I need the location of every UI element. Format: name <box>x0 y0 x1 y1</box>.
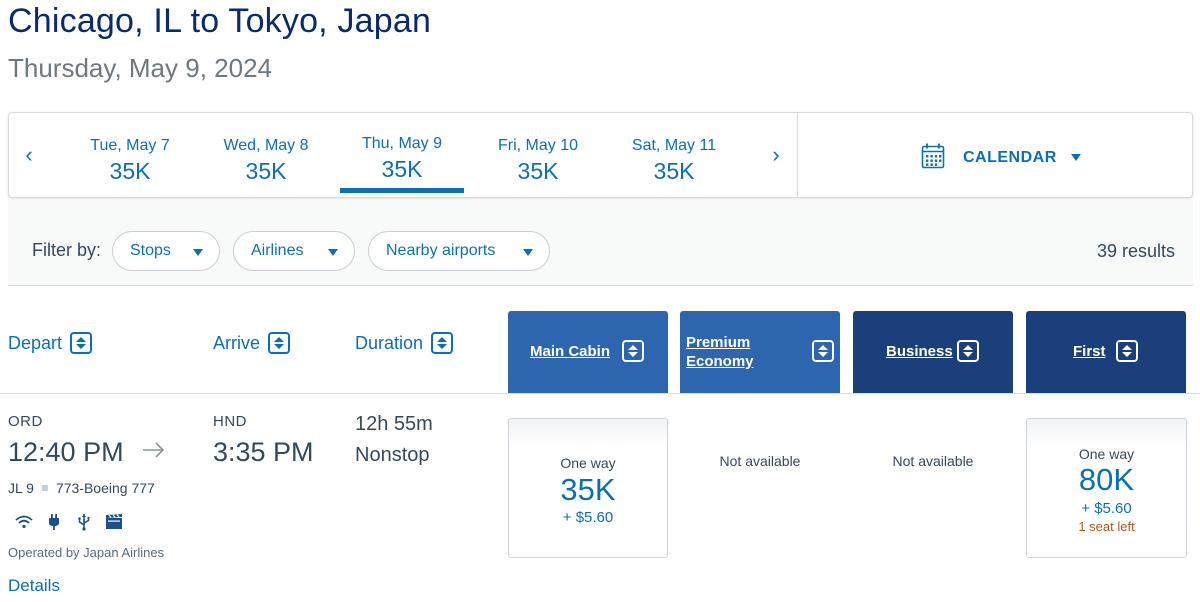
fare-tax: + $5.60 <box>562 509 614 526</box>
main-cabin-header[interactable]: Main Cabin <box>508 311 668 393</box>
previous-dates-button[interactable]: ‹ <box>17 140 41 170</box>
date-label: Wed, May 8 <box>223 137 309 154</box>
stops-filter-label: Stops <box>130 242 171 259</box>
sort-icon <box>812 340 834 362</box>
premium-economy-label-line2: Economy <box>686 353 754 370</box>
fare-miles: 35K <box>560 472 616 507</box>
business-not-available: Not available <box>892 453 974 469</box>
details-link[interactable]: Details <box>8 576 60 596</box>
entertainment-icon <box>103 512 125 532</box>
chevron-down-icon <box>523 249 533 256</box>
premium-economy-not-available: Not available <box>719 453 801 469</box>
first-header[interactable]: First <box>1026 311 1186 393</box>
sort-icon <box>268 332 291 354</box>
arrive-time: 3:35 PM <box>213 437 314 467</box>
arrive-header-label: Arrive <box>213 332 261 353</box>
destination-airport-code: HND <box>213 413 247 430</box>
flight-duration: 12h 55m <box>355 413 433 435</box>
main-cabin-fare-button[interactable]: One way 35K + $5.60 <box>508 418 668 558</box>
seats-left-warning: 1 seat left <box>1078 519 1135 534</box>
filter-bar: Filter by: Stops Airlines Nearby airport… <box>8 200 1193 286</box>
date-option-wed-may-8[interactable]: Wed, May 8 35K <box>204 113 328 197</box>
chevron-right-icon: › <box>772 142 780 167</box>
calendar-button[interactable]: CALENDAR <box>921 143 1081 173</box>
depart-header-label: Depart <box>8 332 63 353</box>
operated-by: Operated by Japan Airlines <box>8 545 165 560</box>
depart-time: 12:40 PM <box>8 437 124 467</box>
date-strip: ‹ Tue, May 7 35K Wed, May 8 35K Thu, May… <box>8 112 1193 198</box>
aircraft-type: 773-Boeing 777 <box>55 480 155 496</box>
fare-miles: 80K <box>1078 462 1135 497</box>
premium-economy-label-line1: Premium <box>686 334 751 351</box>
airlines-filter-dropdown[interactable]: Airlines <box>233 231 355 271</box>
power-plug-icon <box>43 512 65 532</box>
flight-number: JL 9 <box>8 480 34 496</box>
nearby-airports-filter-dropdown[interactable]: Nearby airports <box>368 231 550 271</box>
sort-by-arrive[interactable]: Arrive <box>213 332 291 354</box>
calendar-label: CALENDAR <box>963 149 1057 166</box>
fare-tax: + $5.60 <box>1081 500 1132 517</box>
route-title: Chicago, IL to Tokyo, Japan <box>8 2 432 40</box>
chevron-down-icon <box>193 249 203 256</box>
duration-header-label: Duration <box>355 332 424 353</box>
business-label: Business <box>886 343 953 360</box>
nearby-airports-filter-label: Nearby airports <box>386 242 496 259</box>
date-option-thu-may-9-selected[interactable]: Thu, May 9 35K <box>340 113 464 197</box>
sort-by-duration[interactable]: Duration <box>355 332 454 354</box>
wifi-icon <box>13 512 35 532</box>
main-cabin-label: Main Cabin <box>530 343 611 360</box>
selected-date-indicator <box>340 188 464 193</box>
business-header[interactable]: Business <box>853 311 1013 393</box>
sort-icon <box>1116 340 1138 362</box>
separator-dot <box>41 485 48 491</box>
stops-filter-dropdown[interactable]: Stops <box>112 231 220 271</box>
header-divider <box>0 393 1200 394</box>
origin-airport-code: ORD <box>8 413 43 430</box>
date-label: Tue, May 7 <box>90 137 170 154</box>
sort-icon <box>70 332 93 354</box>
fare-type: One way <box>1078 446 1135 462</box>
date-price: 35K <box>381 156 423 182</box>
date-option-sat-may-11[interactable]: Sat, May 11 35K <box>612 113 736 197</box>
sort-icon <box>622 340 644 362</box>
next-dates-button[interactable]: › <box>764 140 788 170</box>
first-fare-button[interactable]: One way 80K + $5.60 1 seat left <box>1026 418 1187 558</box>
date-price: 35K <box>109 158 151 184</box>
fare-type: One way <box>560 455 616 471</box>
date-label: Sat, May 11 <box>631 137 717 154</box>
arrow-right-icon <box>142 440 166 465</box>
date-price: 35K <box>653 158 695 184</box>
flight-info: JL 9 773-Boeing 777 <box>8 480 155 496</box>
first-label: First <box>1073 343 1106 360</box>
calendar-icon <box>921 143 945 174</box>
sort-icon <box>431 332 454 354</box>
chevron-down-icon <box>1070 153 1081 161</box>
date-price: 35K <box>517 158 559 184</box>
sort-icon <box>957 340 979 362</box>
chevron-down-icon <box>328 249 338 256</box>
flight-stops: Nonstop <box>355 444 430 466</box>
premium-economy-header[interactable]: Premium Economy <box>680 311 840 393</box>
date-price: 35K <box>245 158 287 184</box>
filter-label: Filter by: <box>32 240 102 260</box>
sort-by-depart[interactable]: Depart <box>8 332 93 354</box>
date-option-tue-may-7[interactable]: Tue, May 7 35K <box>68 113 192 197</box>
results-count: 39 results <box>1096 241 1175 261</box>
date-label: Fri, May 10 <box>497 137 578 154</box>
chevron-left-icon: ‹ <box>25 142 33 167</box>
route-date: Thursday, May 9, 2024 <box>8 53 272 83</box>
strip-divider <box>797 113 798 197</box>
usb-icon <box>73 512 95 532</box>
date-label: Thu, May 9 <box>361 135 443 152</box>
airlines-filter-label: Airlines <box>251 242 304 259</box>
date-option-fri-may-10[interactable]: Fri, May 10 35K <box>476 113 600 197</box>
